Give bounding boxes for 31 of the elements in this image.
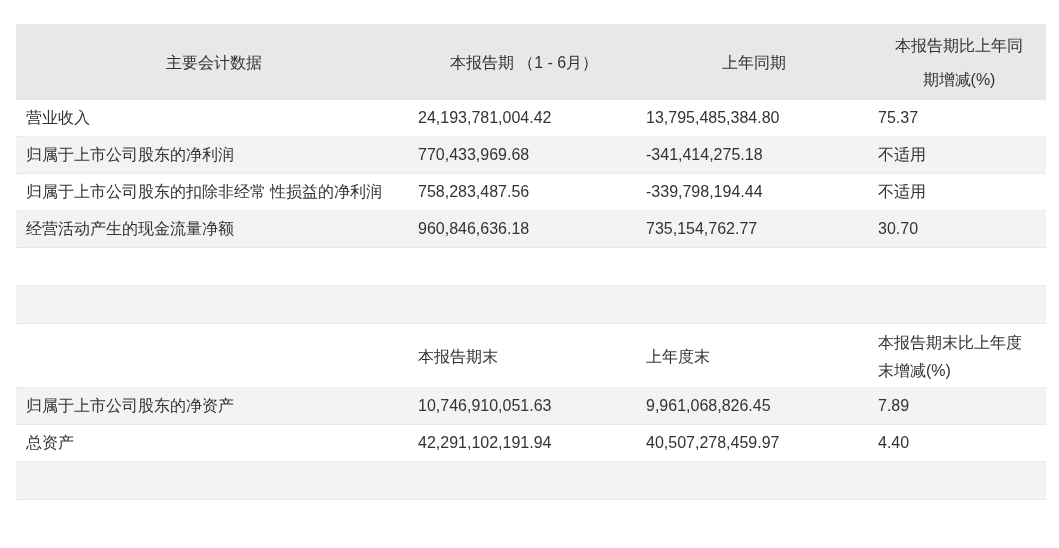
table-cell-text: 13,795,485,384.80 — [646, 108, 780, 128]
table-cell-text: -341,414,275.18 — [646, 145, 763, 165]
table-cell-text: 735,154,762.77 — [646, 219, 758, 239]
table-cell-text: -339,798,194.44 — [646, 182, 763, 202]
table-cell-text: 7.89 — [878, 396, 910, 416]
table-cell-text: 75.37 — [878, 108, 919, 128]
table-cell-text: 960,846,636.18 — [418, 219, 530, 239]
column-header: 本报告期比上年同期增减(%) — [894, 36, 1024, 90]
table-cell-text: 归属于上市公司股东的净资产 — [26, 396, 234, 416]
table-cell-text: 经营活动产生的现金流量净额 — [26, 219, 234, 239]
table-cell-text: 10,746,910,051.63 — [418, 396, 552, 416]
column-header: 本报告期 （1 - 6月） — [449, 53, 599, 73]
table-cell-text: 770,433,969.68 — [418, 145, 530, 165]
column-header: 本报告期末 — [418, 347, 498, 367]
column-header: 上年同期 — [722, 53, 786, 73]
column-header: 主要会计数据 — [166, 53, 262, 73]
table-cell-text: 不适用 — [878, 182, 926, 202]
table-cell-text: 9,961,068,826.45 — [646, 396, 771, 416]
table-cell-text: 24,193,781,004.42 — [418, 108, 552, 128]
table-cell-text: 40,507,278,459.97 — [646, 433, 780, 453]
table-cell-text: 不适用 — [878, 145, 926, 165]
column-header: 本报告期末比上年度末增减(%) — [878, 333, 1023, 381]
table-cell-text: 42,291,102,191.94 — [418, 433, 552, 453]
column-header: 上年度末 — [646, 347, 710, 367]
table-cell-text: 30.70 — [878, 219, 919, 239]
table-cell-text: 营业收入 — [26, 108, 90, 128]
table-cell-text: 归属于上市公司股东的净利润 — [26, 145, 234, 165]
table-cell-text: 归属于上市公司股东的扣除非经常 性损益的净利润 — [26, 182, 383, 202]
table-cell-text: 4.40 — [878, 433, 910, 453]
table-cell-text: 总资产 — [26, 433, 74, 453]
table-cell-text: 758,283,487.56 — [418, 182, 530, 202]
